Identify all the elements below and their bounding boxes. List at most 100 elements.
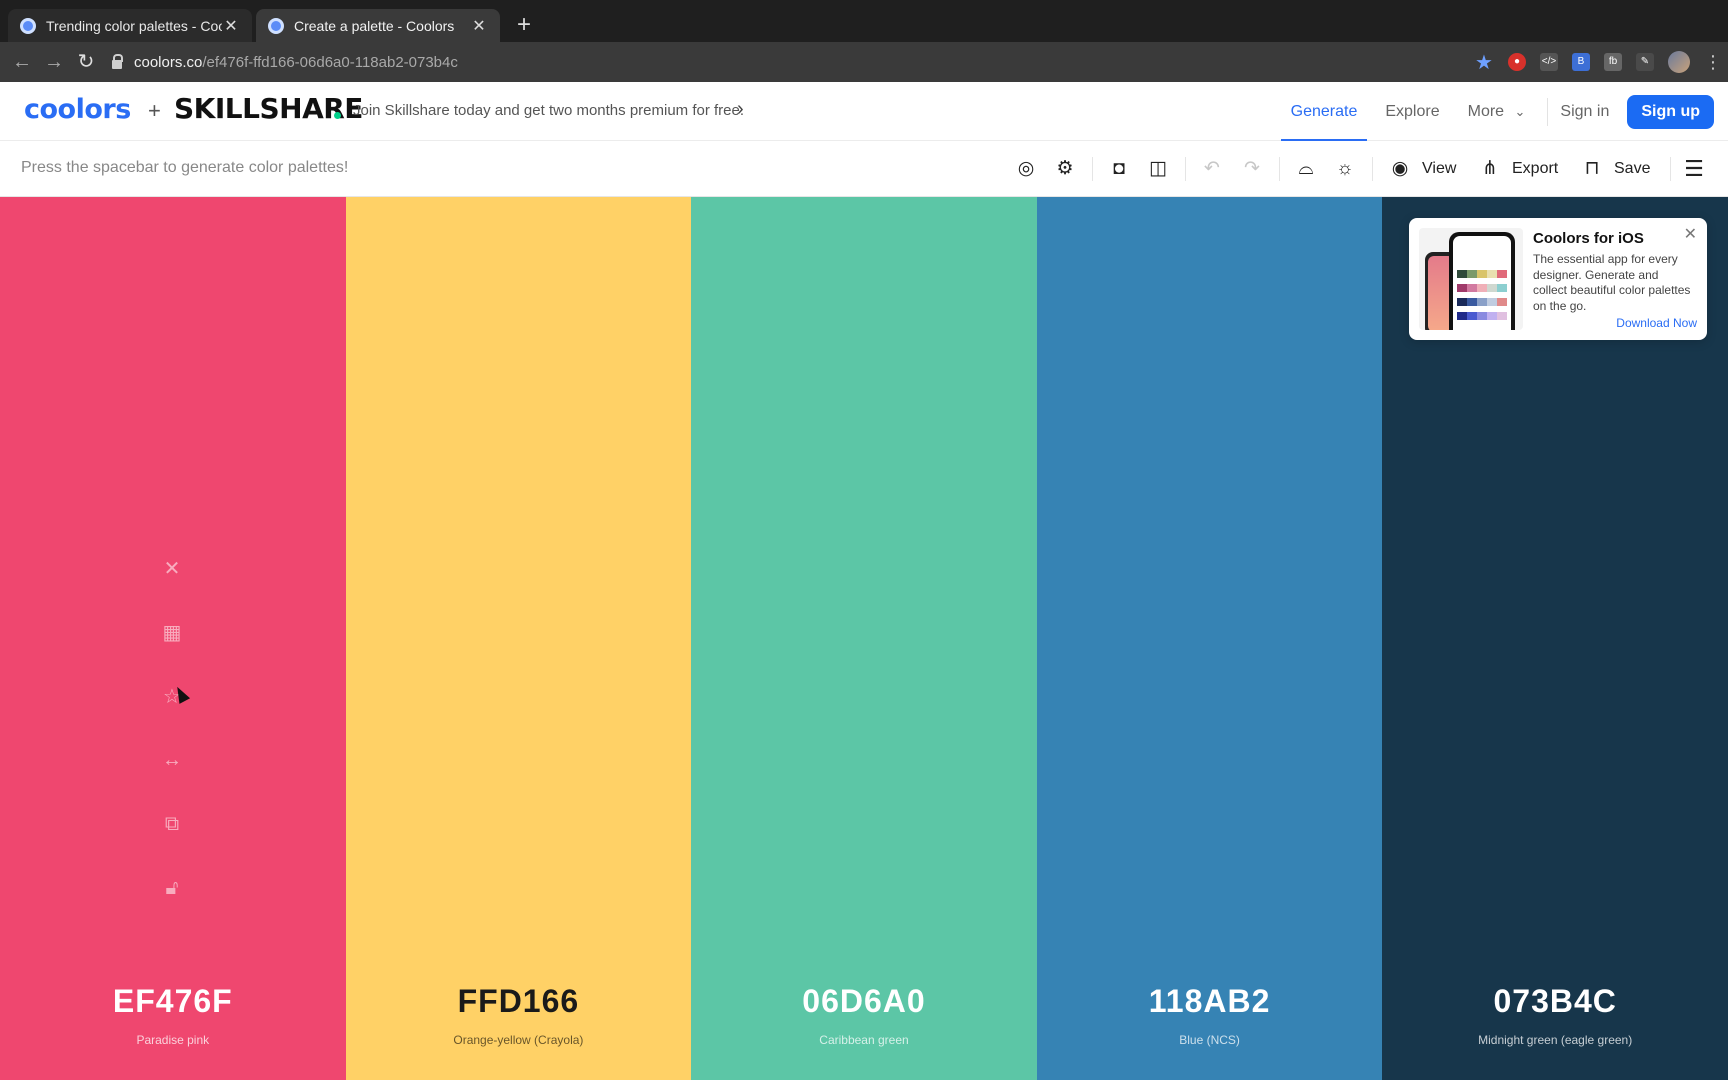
toolbar-divider xyxy=(1372,157,1373,181)
export-label: Export xyxy=(1512,160,1559,177)
copy-icon[interactable]: ⧉ xyxy=(160,812,184,836)
sun-icon: ☼ xyxy=(1336,158,1354,179)
ios-app-preview xyxy=(1419,228,1523,330)
sign-in-link[interactable]: Sign in xyxy=(1560,82,1619,141)
bookmark-icon: ⊓ xyxy=(1584,158,1600,179)
toolbar-divider xyxy=(1185,157,1186,181)
coolors-favicon-icon xyxy=(20,17,36,34)
browser-menu-icon[interactable]: ⋮ xyxy=(1704,52,1722,73)
swatch-name: Paradise pink xyxy=(136,1033,210,1047)
swatch-name: Midnight green (eagle green) xyxy=(1478,1033,1633,1047)
extension-icon[interactable]: B xyxy=(1572,53,1590,71)
help-button[interactable]: ◎ xyxy=(1014,155,1038,183)
view-label: View xyxy=(1422,160,1457,177)
adjust-palette-button[interactable]: ☼ xyxy=(1333,155,1357,183)
undo-button[interactable]: ↶ xyxy=(1200,155,1224,183)
tab-title: Create a palette - Coolors xyxy=(294,17,455,34)
tab-title: Trending color palettes - Coolo xyxy=(46,17,222,34)
browser-toolbar: ← → ↻ coolors.co/ef476f-ffd166-06d6a0-11… xyxy=(0,42,1728,82)
reload-icon[interactable]: ↻ xyxy=(70,46,102,78)
eye-icon: ◉ xyxy=(1391,158,1409,179)
browser-tabstrip: Trending color palettes - Coolo ✕ Create… xyxy=(0,0,1728,42)
main-nav: Generate Explore More ⌄ Sign in Sign up xyxy=(1280,82,1728,141)
profile-avatar[interactable] xyxy=(1668,51,1690,73)
lock-icon xyxy=(112,53,123,69)
toolbar-divider xyxy=(1092,157,1093,181)
close-icon[interactable]: ✕ xyxy=(222,16,240,36)
skillshare-logo[interactable]: SKILLSHARE xyxy=(174,92,363,125)
spacebar-hint: Press the spacebar to generate color pal… xyxy=(21,159,349,176)
redo-icon: ↷ xyxy=(1244,158,1260,179)
lifebuoy-icon: ◎ xyxy=(1017,158,1035,179)
nav-generate[interactable]: Generate xyxy=(1280,82,1368,141)
swatch-hex[interactable]: 118AB2 xyxy=(1037,983,1383,1020)
logo-plus: + xyxy=(148,98,161,123)
menu-button[interactable]: ☰ xyxy=(1682,155,1706,183)
nav-more-label: More xyxy=(1467,103,1505,120)
skillshare-dot xyxy=(334,112,341,119)
color-blindness-button[interactable]: ⌓ xyxy=(1294,155,1318,183)
nav-divider xyxy=(1547,97,1549,126)
save-label: Save xyxy=(1614,160,1651,177)
shades-grid-icon[interactable]: ▦ xyxy=(160,621,184,645)
toolbar-divider xyxy=(1279,157,1280,181)
ios-promo-body: The essential app for every designer. Ge… xyxy=(1533,252,1691,313)
ios-promo-title: Coolors for iOS xyxy=(1533,230,1644,247)
back-icon[interactable]: ← xyxy=(6,46,38,78)
share-icon: ⋔ xyxy=(1482,158,1498,179)
redo-button[interactable]: ↷ xyxy=(1240,155,1264,183)
generator-toolbar: Press the spacebar to generate color pal… xyxy=(0,141,1728,197)
remove-color-icon[interactable]: ✕ xyxy=(160,557,184,581)
sign-up-button[interactable]: Sign up xyxy=(1627,94,1714,129)
drag-handle-icon[interactable]: ↔ xyxy=(160,748,184,772)
color-swatch[interactable]: ✕ ▦ ☆ ↔ ⧉ 🔓︎ EF476F Paradise pink xyxy=(0,197,346,1080)
url-host: coolors.co xyxy=(134,53,203,71)
forward-icon[interactable]: → xyxy=(38,46,70,78)
promo-text[interactable]: Join Skillshare today and get two months… xyxy=(353,102,744,119)
new-tab-icon[interactable]: + xyxy=(510,12,538,40)
tab-trending[interactable]: Trending color palettes - Coolo ✕ xyxy=(8,9,252,42)
color-swatch[interactable]: 118AB2 Blue (NCS) xyxy=(1036,197,1383,1080)
swatch-hex[interactable]: FFD166 xyxy=(346,983,692,1020)
save-button[interactable]: ⊓ Save xyxy=(1580,155,1651,183)
swatch-hex[interactable]: 073B4C xyxy=(1382,983,1728,1020)
lock-icon[interactable]: 🔓︎ xyxy=(160,876,184,900)
nav-more[interactable]: More ⌄ xyxy=(1458,82,1536,141)
nav-explore[interactable]: Explore xyxy=(1375,82,1449,141)
ios-promo-card[interactable]: Coolors for iOS The essential app for ev… xyxy=(1409,218,1707,340)
chevron-right-icon[interactable]: › xyxy=(737,98,744,121)
toolbar-divider xyxy=(1670,157,1671,181)
coolors-favicon-icon xyxy=(268,17,284,34)
undo-icon: ↶ xyxy=(1204,158,1220,179)
swatch-hex[interactable]: EF476F xyxy=(0,983,346,1020)
coolors-logo[interactable]: coolors xyxy=(24,94,131,125)
side-panel-button[interactable]: ◫ xyxy=(1146,155,1170,183)
swatch-name: Orange-yellow (Crayola) xyxy=(453,1033,584,1047)
tab-create-palette[interactable]: Create a palette - Coolors ✕ xyxy=(256,9,500,42)
chevron-down-icon: ⌄ xyxy=(1514,104,1526,119)
view-button[interactable]: ◉ View xyxy=(1388,155,1457,183)
swatch-name: Blue (NCS) xyxy=(1179,1033,1240,1047)
extension-icon[interactable]: ● xyxy=(1508,53,1526,71)
swatch-name: Caribbean green xyxy=(819,1033,909,1047)
hamburger-icon: ☰ xyxy=(1684,156,1704,181)
extension-icon[interactable]: ✎ xyxy=(1636,53,1654,71)
color-swatch[interactable]: 06D6A0 Caribbean green xyxy=(691,197,1037,1080)
download-now-link[interactable]: Download Now xyxy=(1616,316,1697,330)
bookmark-star-icon[interactable]: ★ xyxy=(1474,50,1494,75)
phone-image xyxy=(1449,232,1515,330)
close-icon[interactable]: ✕ xyxy=(1684,224,1697,244)
export-button[interactable]: ⋔ Export xyxy=(1478,155,1558,183)
gear-icon: ⚙ xyxy=(1056,158,1074,179)
extensions-area: ★ ● </> B fb ✎ ⋮ xyxy=(1474,42,1728,82)
color-swatch[interactable]: FFD166 Orange-yellow (Crayola) xyxy=(345,197,692,1080)
address-bar[interactable]: coolors.co/ef476f-ffd166-06d6a0-118ab2-0… xyxy=(112,47,1442,77)
swatch-hex[interactable]: 06D6A0 xyxy=(691,983,1037,1020)
close-icon[interactable]: ✕ xyxy=(470,16,488,36)
camera-button[interactable]: ◘ xyxy=(1107,155,1131,183)
extension-icon[interactable]: </> xyxy=(1540,53,1558,71)
camera-icon: ◘ xyxy=(1113,158,1125,179)
settings-button[interactable]: ⚙ xyxy=(1053,155,1077,183)
extension-icon[interactable]: fb xyxy=(1604,53,1622,71)
app-header: coolors + SKILLSHARE Join Skillshare tod… xyxy=(0,82,1728,141)
